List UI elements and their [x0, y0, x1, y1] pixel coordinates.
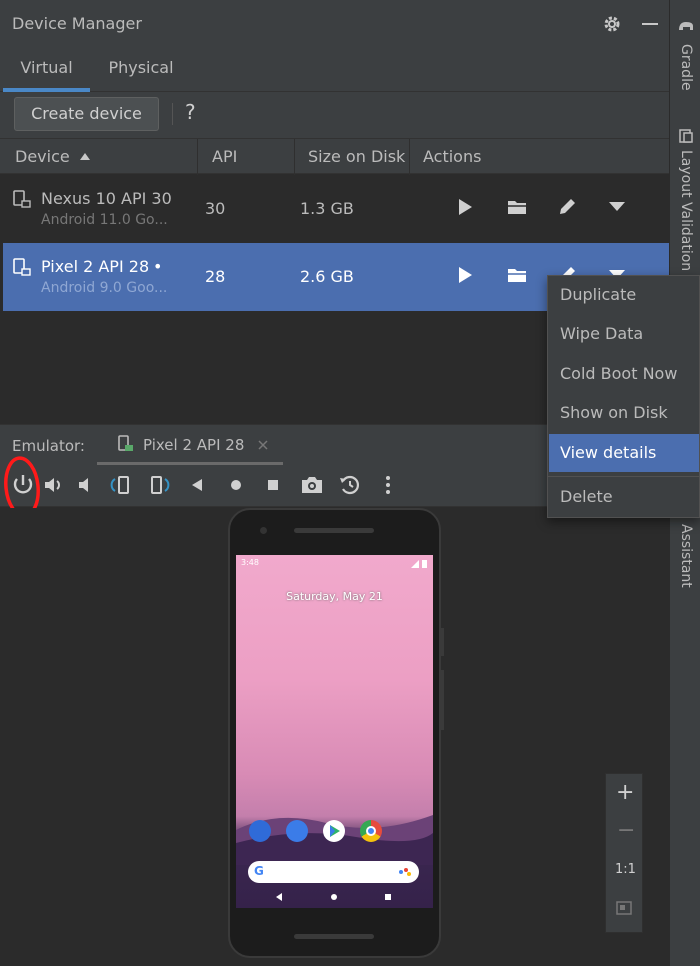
- zoom-in-button[interactable]: +: [616, 780, 634, 805]
- gear-icon[interactable]: [602, 14, 622, 34]
- phone-date: Saturday, May 21: [286, 590, 383, 603]
- phone-speaker: [294, 528, 374, 533]
- menu-item-view-details[interactable]: View details: [549, 434, 699, 472]
- create-device-button[interactable]: Create device: [14, 97, 159, 131]
- tab-physical[interactable]: Physical: [97, 48, 185, 92]
- volume-up-icon[interactable]: [40, 470, 70, 500]
- battery-icon: [411, 560, 427, 568]
- device-name: Nexus 10 API 30: [41, 189, 172, 208]
- phone-app-icon[interactable]: [249, 820, 271, 842]
- fit-screen-icon[interactable]: [615, 899, 633, 917]
- minimize-icon[interactable]: [640, 14, 660, 34]
- tab-bar: Virtual Physical: [0, 48, 669, 92]
- more-icon[interactable]: [373, 470, 403, 500]
- table-header: Device API Size on Disk Actions: [0, 138, 669, 175]
- device-size: 2.6 GB: [300, 267, 354, 286]
- emulator-tab[interactable]: Pixel 2 API 28: [97, 424, 283, 465]
- title-bar: Device Manager: [0, 0, 669, 48]
- toolbar-divider: [172, 103, 173, 125]
- context-menu: Duplicate Wipe Data Cold Boot Now Show o…: [547, 275, 700, 518]
- device-subtitle: Android 9.0 Goo...: [41, 280, 168, 296]
- snapshot-icon[interactable]: [335, 470, 365, 500]
- google-mic-icon[interactable]: [398, 866, 412, 878]
- folder-icon[interactable]: [506, 265, 528, 285]
- tool-tab-layout-validation[interactable]: Layout Validation: [670, 124, 700, 274]
- column-header-actions: Actions: [423, 147, 482, 166]
- phone-volume-button: [440, 670, 444, 730]
- messages-app-icon[interactable]: [286, 820, 308, 842]
- table-row[interactable]: Nexus 10 API 30 Android 11.0 Go... 30 1.…: [3, 175, 669, 243]
- device-size: 1.3 GB: [300, 199, 354, 218]
- launch-play-icon[interactable]: [455, 265, 475, 285]
- menu-item-wipe-data[interactable]: Wipe Data: [549, 315, 699, 353]
- column-header-device-label: Device: [15, 147, 70, 166]
- chrome-app-icon[interactable]: [360, 820, 382, 842]
- menu-item-show-on-disk[interactable]: Show on Disk: [549, 394, 699, 432]
- edit-pencil-icon[interactable]: [556, 196, 578, 218]
- phone-power-button: [440, 628, 444, 656]
- phone-screen[interactable]: [236, 555, 433, 908]
- actual-size-button[interactable]: 1:1: [615, 862, 636, 877]
- tool-tab-layout-validation-label: Layout Validation: [678, 150, 694, 272]
- phone-bottom-speaker: [294, 934, 374, 939]
- column-header-device[interactable]: Device: [3, 139, 198, 175]
- help-button[interactable]: ?: [185, 100, 196, 124]
- virtual-device-icon: [13, 190, 31, 208]
- phone-nav-bar: [276, 893, 391, 901]
- device-api: 30: [205, 199, 226, 218]
- menu-item-duplicate[interactable]: Duplicate: [549, 276, 699, 314]
- layout-validation-icon: [679, 129, 693, 143]
- tool-tab-assistant-label: Assistant: [678, 524, 694, 588]
- menu-item-delete[interactable]: Delete: [549, 478, 699, 516]
- rotate-left-icon[interactable]: [106, 470, 136, 500]
- volume-down-icon[interactable]: [72, 470, 102, 500]
- home-icon[interactable]: [221, 470, 251, 500]
- window-title: Device Manager: [12, 14, 142, 33]
- virtual-device-icon: [13, 258, 31, 276]
- device-subtitle: Android 11.0 Go...: [41, 212, 168, 228]
- back-icon[interactable]: [182, 470, 212, 500]
- menu-separator: [548, 476, 699, 477]
- play-store-app-icon[interactable]: [323, 820, 345, 842]
- phone-status-bar: 3:48: [236, 555, 433, 573]
- column-header-size[interactable]: Size on Disk: [296, 139, 410, 175]
- screenshot-icon[interactable]: [297, 470, 327, 500]
- tool-tab-assistant[interactable]: Assistant: [670, 520, 700, 600]
- chevron-down-icon[interactable]: [607, 199, 627, 213]
- column-header-api[interactable]: API: [200, 139, 295, 175]
- tab-virtual[interactable]: Virtual: [3, 48, 90, 92]
- zoom-out-button[interactable]: −: [617, 818, 635, 843]
- tool-tab-gradle-label: Gradle: [678, 44, 694, 91]
- sort-ascending-icon: [80, 153, 90, 160]
- google-g-icon: G: [254, 864, 264, 878]
- phone-search-bar[interactable]: G: [248, 861, 419, 883]
- folder-icon[interactable]: [506, 197, 528, 217]
- phone-camera: [260, 527, 267, 534]
- device-name: Pixel 2 API 28: [41, 257, 150, 276]
- rotate-right-icon[interactable]: [144, 470, 174, 500]
- close-icon[interactable]: [257, 439, 269, 451]
- running-indicator: •: [153, 257, 163, 276]
- overview-icon[interactable]: [258, 470, 288, 500]
- status-time: 3:48: [241, 558, 259, 567]
- menu-item-cold-boot-now[interactable]: Cold Boot Now: [549, 355, 699, 393]
- emulator-tab-title: Pixel 2 API 28: [143, 436, 245, 454]
- tool-tab-gradle[interactable]: Gradle: [670, 14, 700, 104]
- zoom-controls: + − 1:1: [605, 773, 643, 933]
- launch-play-icon[interactable]: [455, 197, 475, 217]
- elephant-icon: [679, 22, 693, 30]
- emulator-label: Emulator:: [12, 437, 85, 455]
- device-api: 28: [205, 267, 226, 286]
- device-tab-icon: [118, 435, 133, 451]
